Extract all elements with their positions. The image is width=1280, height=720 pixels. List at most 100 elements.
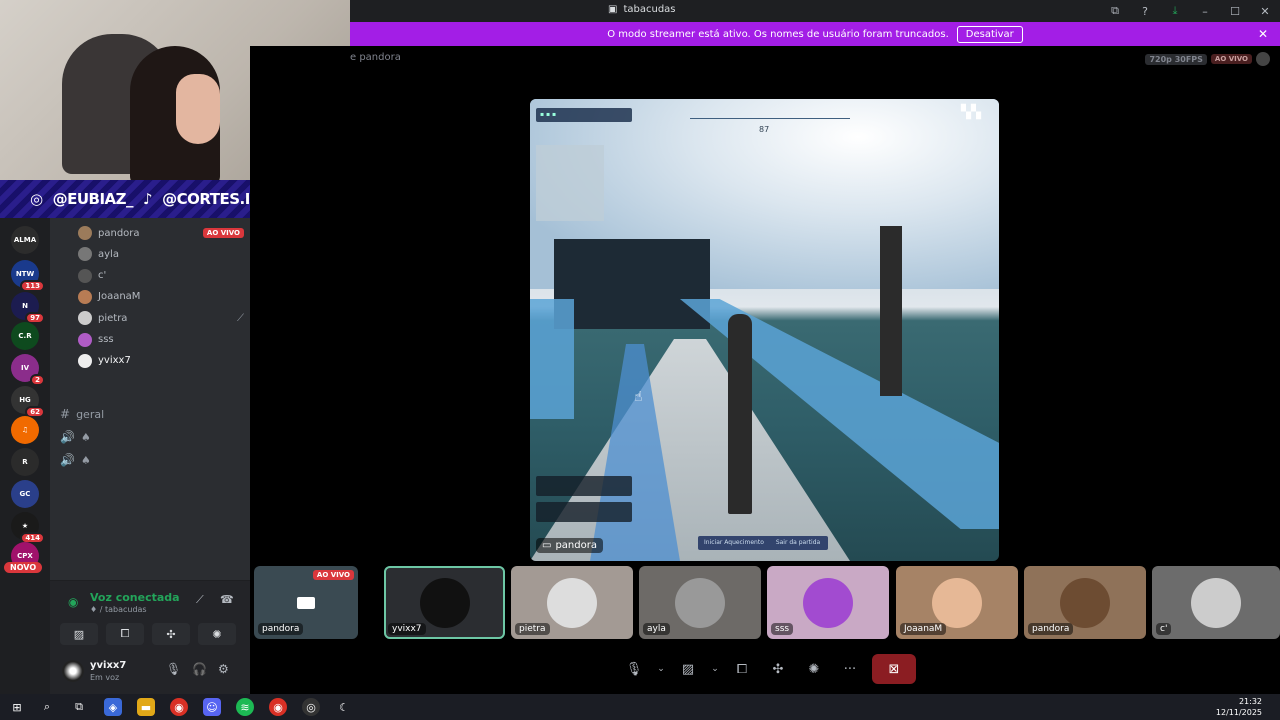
more-icon[interactable]: ··· (836, 654, 864, 684)
participant-tile[interactable]: c' (1152, 566, 1280, 639)
channel-item[interactable]: 🔊 ♠ (60, 453, 91, 467)
spotify-icon[interactable]: ≋ (236, 698, 254, 716)
avatar (78, 353, 92, 368)
instagram-icon: ◎ (30, 190, 43, 208)
noise-suppression-icon[interactable]: ⟋ (196, 593, 204, 607)
task-view-icon[interactable]: ⧉ (70, 698, 88, 716)
disconnect-icon[interactable]: ☎ (220, 593, 234, 606)
avatar (675, 577, 725, 628)
voice-user-name: pietra (98, 312, 128, 324)
tiktok-icon: ♪ (143, 190, 153, 208)
voice-user-item[interactable]: yvixx7 (78, 352, 244, 370)
close-window-button[interactable]: ✕ (1250, 0, 1280, 22)
voice-user-name: c' (98, 270, 107, 282)
camera-off-button[interactable]: ▨ (60, 623, 98, 645)
participant-tile[interactable]: AO VIVO pandora (254, 566, 358, 639)
share-screen-icon[interactable]: ⧠ (728, 654, 756, 684)
maximize-button[interactable]: ☐ (1220, 0, 1250, 22)
server-icon[interactable]: N 97 (11, 292, 45, 324)
banner-message: O modo streamer está ativo. Os nomes de … (607, 28, 949, 40)
game-pole (880, 226, 902, 396)
voice-user-item[interactable]: c' (78, 267, 244, 285)
chrome-icon[interactable]: ◉ (170, 698, 188, 716)
user-status: Em voz (90, 673, 120, 682)
main-stream-view[interactable]: ▪ ▪ ▪ 87 ▚▚ Iniciar Aquecimento Sair da … (530, 99, 999, 561)
voice-user-name: ayla (98, 248, 119, 260)
participant-tile[interactable]: sss (767, 566, 889, 639)
channel-item[interactable]: 🔊 ♠ (60, 430, 91, 444)
share-screen-button[interactable]: ⧠ (106, 623, 144, 645)
live-badge: AO VIVO (1210, 54, 1252, 64)
server-icon[interactable]: HG 62 (11, 386, 45, 418)
file-explorer-icon[interactable]: ▬ (137, 698, 155, 716)
server-icon[interactable]: ★ 414 (11, 512, 45, 544)
gear-icon[interactable]: ⚙ (218, 662, 229, 676)
discord-icon[interactable]: ☺ (203, 698, 221, 716)
voice-channel-link[interactable]: ♦ / tabacudas (90, 605, 147, 614)
voice-user-item[interactable]: ayla (78, 245, 244, 263)
soundboard-icon[interactable]: ✺ (800, 654, 828, 684)
streamer-mode-banner: O modo streamer está ativo. Os nomes de … (350, 22, 1280, 46)
chevron-down-icon[interactable]: ⌄ (710, 654, 720, 684)
screen-share-icon: ▭ (542, 540, 552, 551)
hud-top-left: ▪ ▪ ▪ (536, 108, 632, 122)
participant-tile[interactable]: pietra (511, 566, 633, 639)
chrome-icon[interactable]: ◉ (269, 698, 287, 716)
voice-user-item[interactable]: sss (78, 331, 244, 349)
activities-icon[interactable]: ✣ (764, 654, 792, 684)
server-icon[interactable]: ALMA (11, 226, 39, 254)
server-icon[interactable]: GC (11, 480, 39, 508)
clock[interactable]: 21:32 12/11/2025 (1216, 696, 1262, 718)
server-icon[interactable]: C.R (11, 322, 39, 350)
disconnect-button[interactable]: ⊠ (872, 654, 916, 684)
voice-user-name: pandora (98, 227, 140, 239)
help-icon[interactable]: ? (1130, 0, 1160, 22)
voice-user-item[interactable]: pandora AO VIVO (78, 224, 244, 242)
camera-off-icon[interactable]: ▨ (674, 654, 702, 684)
server-icon[interactable]: ♫ (11, 416, 39, 444)
muted-mic-icon: ⟋ (237, 312, 244, 324)
avatar[interactable] (62, 660, 84, 682)
avatar (1256, 52, 1270, 66)
participant-tile[interactable]: JoaanaM (896, 566, 1018, 639)
obs-icon[interactable]: ◎ (302, 698, 320, 716)
participant-tile[interactable]: ayla (639, 566, 761, 639)
voice-user-item[interactable]: pietra ⟋ (78, 309, 244, 327)
call-controls: 🎙 ⌄ ▨ ⌄ ⧠ ✣ ✺ ··· ⊠ (620, 654, 916, 684)
avatar (1191, 577, 1241, 628)
avatar (1060, 577, 1110, 628)
main-stream-label: ▭ pandora (536, 538, 603, 553)
avatar (78, 289, 92, 304)
text-channel-icon: # (60, 407, 71, 421)
download-icon[interactable]: ⤓ (1160, 0, 1190, 22)
taskbar: ⊞ ⌕ ⧉ ◈ ▬ ◉ ☺ ≋ ◉ ◎ ☾ 21:32 12/11/2025 (0, 694, 1280, 720)
microphone-icon[interactable]: 🎙 (166, 662, 181, 676)
activities-button[interactable]: ✣ (152, 623, 190, 645)
soundboard-button[interactable]: ✺ (198, 623, 236, 645)
participant-tile[interactable]: yvixx7 (384, 566, 505, 639)
server-icon[interactable]: NTW 113 (11, 260, 45, 292)
mention-count-badge: 113 (20, 280, 45, 292)
search-icon[interactable]: ⌕ (38, 698, 56, 716)
close-icon[interactable]: ✕ (1258, 27, 1268, 41)
minimize-button[interactable]: – (1190, 0, 1220, 22)
server-icon[interactable]: IV 2 (11, 354, 45, 386)
server-list: ALMA NTW 113 N 97 C.R IV 2 HG 62 ♫ R GC ★ 414 CPX (0, 218, 50, 694)
server-icon[interactable]: R (11, 448, 39, 476)
microphone-icon[interactable]: 🎙 (620, 654, 648, 684)
channel-item[interactable]: # geral (60, 407, 104, 421)
copilot-icon[interactable]: ◈ (104, 698, 122, 716)
headphones-icon[interactable]: 🎧 (192, 662, 207, 676)
app-icon[interactable]: ☾ (335, 698, 353, 716)
windows-start-icon[interactable]: ⊞ (8, 698, 26, 716)
window-title: ▣ tabacudas (608, 4, 676, 15)
voice-user-item[interactable]: JoaanaM (78, 288, 244, 306)
avatar (78, 268, 92, 283)
instagram-handle: @EUBIAZ_ (52, 190, 134, 208)
avatar (78, 247, 92, 262)
screen-share-icon[interactable]: ⧉ (1100, 0, 1130, 22)
participant-tile[interactable]: pandora (1024, 566, 1146, 639)
disable-streamer-button[interactable]: Desativar (956, 25, 1023, 43)
chevron-down-icon[interactable]: ⌄ (656, 654, 666, 684)
avatar (547, 577, 597, 628)
